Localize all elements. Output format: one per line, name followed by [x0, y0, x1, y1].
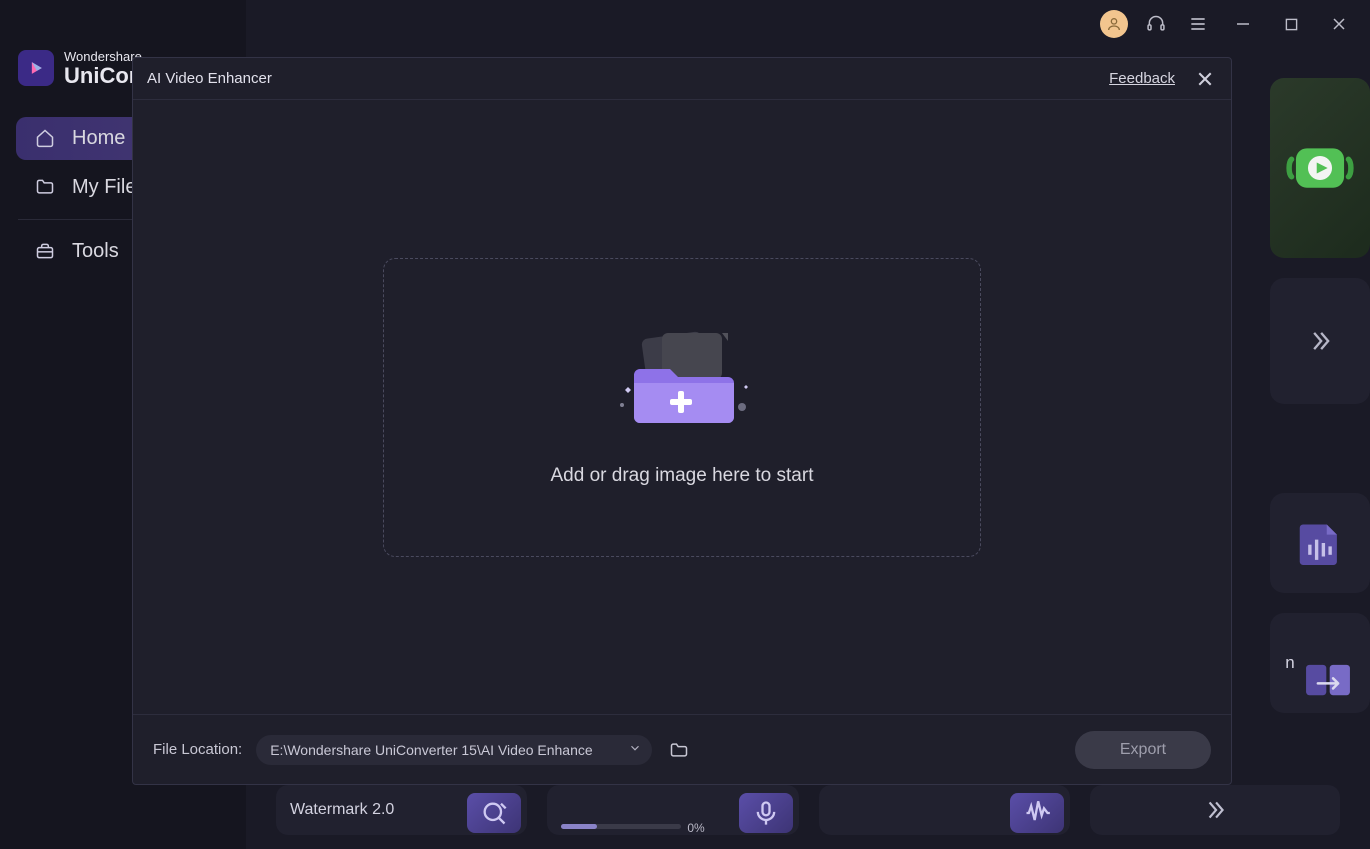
- play-logo-icon: [26, 58, 46, 78]
- transfer-icon: [1301, 653, 1355, 707]
- feature-card-player[interactable]: [1270, 78, 1370, 258]
- waveform-icon: [1023, 799, 1051, 827]
- ai-video-enhancer-modal: AI Video Enhancer Feedback: [132, 57, 1232, 785]
- hamburger-menu-button[interactable]: [1184, 10, 1212, 38]
- window-minimize-button[interactable]: [1226, 7, 1260, 41]
- tool-card-label: Watermark 2.0: [290, 801, 394, 819]
- card-label-fragment: n: [1285, 653, 1294, 673]
- tool-card-more[interactable]: [1090, 785, 1340, 835]
- feature-card-transfer[interactable]: n: [1270, 613, 1370, 713]
- file-location-select[interactable]: E:\Wondershare UniConverter 15\AI Video …: [256, 735, 652, 765]
- window-maximize-button[interactable]: [1274, 7, 1308, 41]
- file-location-label: File Location:: [153, 741, 242, 758]
- support-button[interactable]: [1142, 10, 1170, 38]
- sidebar-item-label: Tools: [72, 240, 119, 263]
- user-avatar[interactable]: [1100, 10, 1128, 38]
- chevron-down-icon: [628, 741, 642, 758]
- export-button-label: Export: [1120, 741, 1166, 759]
- dropzone[interactable]: Add or drag image here to start: [383, 258, 981, 557]
- window-titlebar: [1086, 0, 1370, 48]
- modal-header: AI Video Enhancer Feedback: [133, 58, 1231, 100]
- bottom-tool-row: Watermark 2.0 0%: [276, 785, 1340, 835]
- minimize-icon: [1236, 17, 1250, 31]
- tool-card-watermark[interactable]: Watermark 2.0: [276, 785, 527, 835]
- home-icon: [34, 127, 56, 149]
- user-icon: [1106, 16, 1122, 32]
- play-green-icon: [1285, 133, 1355, 203]
- toolbox-icon: [34, 240, 56, 262]
- menu-icon: [1188, 14, 1208, 34]
- export-button[interactable]: Export: [1075, 731, 1211, 769]
- file-location-value: E:\Wondershare UniConverter 15\AI Video …: [270, 742, 592, 758]
- close-icon: [1332, 17, 1346, 31]
- tool-card-voice-changer[interactable]: [819, 785, 1070, 835]
- open-folder-button[interactable]: [666, 739, 692, 761]
- folder-icon: [34, 176, 56, 198]
- folder-open-icon: [668, 740, 690, 760]
- modal-title: AI Video Enhancer: [147, 70, 272, 87]
- modal-footer: File Location: E:\Wondershare UniConvert…: [133, 714, 1231, 784]
- dropzone-illustration: [592, 327, 772, 437]
- vocal-thumb: [739, 793, 793, 833]
- close-icon: [1197, 71, 1213, 87]
- voice-thumb: [1010, 793, 1064, 833]
- sidebar-item-label: Home: [72, 127, 125, 150]
- double-chevron-right-icon: [1202, 797, 1228, 823]
- watermark-icon: [480, 799, 508, 827]
- audio-file-icon: [1293, 516, 1347, 570]
- progress-percent: 0%: [687, 821, 704, 835]
- window-close-button[interactable]: [1322, 7, 1356, 41]
- feature-card-more-1[interactable]: [1270, 278, 1370, 404]
- modal-body: Add or drag image here to start: [133, 100, 1231, 714]
- feature-card-audio[interactable]: [1270, 493, 1370, 593]
- feedback-link[interactable]: Feedback: [1109, 70, 1175, 87]
- modal-close-button[interactable]: [1193, 67, 1217, 91]
- dropzone-text: Add or drag image here to start: [551, 465, 814, 487]
- watermark-thumb: [467, 793, 521, 833]
- double-chevron-right-icon: [1306, 327, 1334, 355]
- app-logo: [18, 50, 54, 86]
- microphone-icon: [752, 799, 780, 827]
- tool-card-vocal-remover[interactable]: 0%: [547, 785, 798, 835]
- headset-icon: [1146, 14, 1166, 34]
- maximize-icon: [1285, 18, 1298, 31]
- progress-bar: [561, 824, 681, 829]
